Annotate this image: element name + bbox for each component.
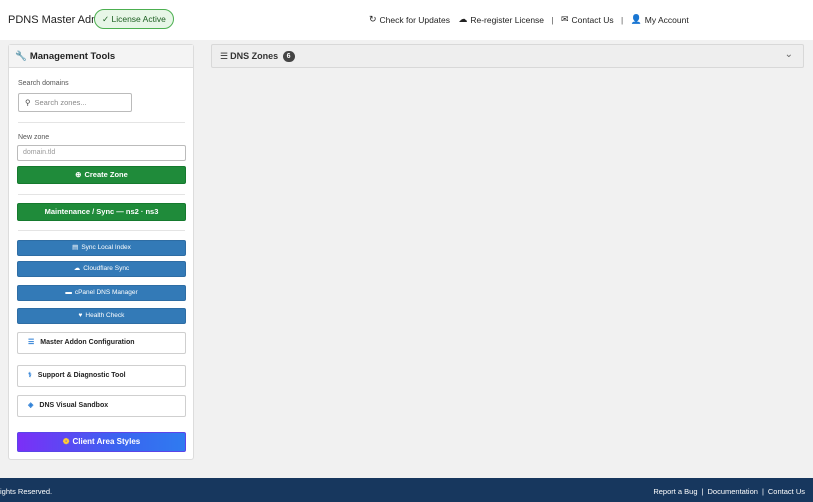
reregister-license-link[interactable]: ☁ Re-register License [458,14,544,25]
documentation-link[interactable]: Documentation [707,487,757,496]
cpanel-dns-manager-button[interactable]: ▬ cPanel DNS Manager [17,285,186,301]
support-diagnostic-button[interactable]: ⚕ Support & Diagnostic Tool [17,365,186,387]
wrench-icon: 🔧 [15,51,27,62]
envelope-icon: ✉ [561,14,569,25]
plus-circle-icon: ⊕ [75,170,82,179]
list-icon: ☰ [220,51,229,61]
server-icon: ▬ [65,289,72,296]
chevron-down-icon[interactable]: ⌄ [785,49,793,60]
refresh-icon: ↻ [369,14,377,25]
my-account-link[interactable]: 👤 My Account [631,14,689,25]
divider [18,230,185,231]
new-zone-label: New zone [18,134,50,141]
search-input[interactable]: ⚲ Search zones... [18,93,132,112]
stethoscope-icon: ⚕ [28,372,32,379]
cloudflare-sync-button[interactable]: ☁ Cloudflare Sync [17,261,186,277]
search-label: Search domains [18,80,69,87]
report-bug-link[interactable]: Report a Bug [653,487,697,496]
cloud-icon: ☁ [73,265,81,272]
database-icon: ▤ [72,244,79,251]
separator: | [761,487,764,496]
cube-icon: ◈ [28,402,34,409]
separator: | [620,14,624,25]
cloud-upload-icon: ☁ [458,14,468,25]
zones-count-badge: 6 [282,51,295,62]
separator: | [551,14,554,25]
master-addon-config-button[interactable]: ☰ Master Addon Configuration [17,332,186,354]
dns-zones-title: ☰ DNS Zones 6 [220,51,295,62]
footer: ights Reserved. Report a Bug | Documentati… [0,478,813,502]
heart-icon: ♥ [78,312,83,319]
dns-zones-panel[interactable]: ☰ DNS Zones 6 ⌄ [211,44,804,68]
top-header: PDNS Master Admin ✓ License Active ↻ Chec… [0,0,813,40]
divider [18,122,185,123]
palette-icon: ❁ [62,437,70,446]
divider [18,194,185,195]
new-zone-input[interactable]: domain.tld [17,145,186,161]
client-area-styles-button[interactable]: ❁ Client Area Styles [17,432,186,452]
copyright-text: ights Reserved. [0,487,53,496]
health-check-button[interactable]: ♥ Health Check [17,308,186,324]
check-updates-link[interactable]: ↻ Check for Updates [369,14,450,25]
footer-contact-link[interactable]: Contact Us [768,487,805,496]
sync-local-index-button[interactable]: ▤ Sync Local Index [17,240,186,256]
header-links: ↻ Check for Updates ☁ Re-register License … [369,14,689,25]
sliders-icon: ☰ [28,339,35,346]
separator: | [701,487,704,496]
management-tools-panel: 🔧 Management Tools Search domains ⚲ Search… [8,44,194,460]
create-zone-button[interactable]: ⊕ Create Zone [17,166,186,184]
contact-us-link[interactable]: ✉ Contact Us [561,14,614,25]
panel-title: Management Tools [29,51,116,62]
maintenance-sync-button[interactable]: Maintenance / Sync — ns2 · ns3 [17,203,186,221]
user-icon: 👤 [630,14,642,25]
footer-links: Report a Bug | Documentation | Contact Us [653,487,805,496]
search-icon: ⚲ [25,98,31,107]
panel-header: 🔧 Management Tools [9,45,193,68]
license-status-badge: ✓ License Active [94,9,174,29]
dns-visual-sandbox-button[interactable]: ◈ DNS Visual Sandbox [17,395,186,417]
